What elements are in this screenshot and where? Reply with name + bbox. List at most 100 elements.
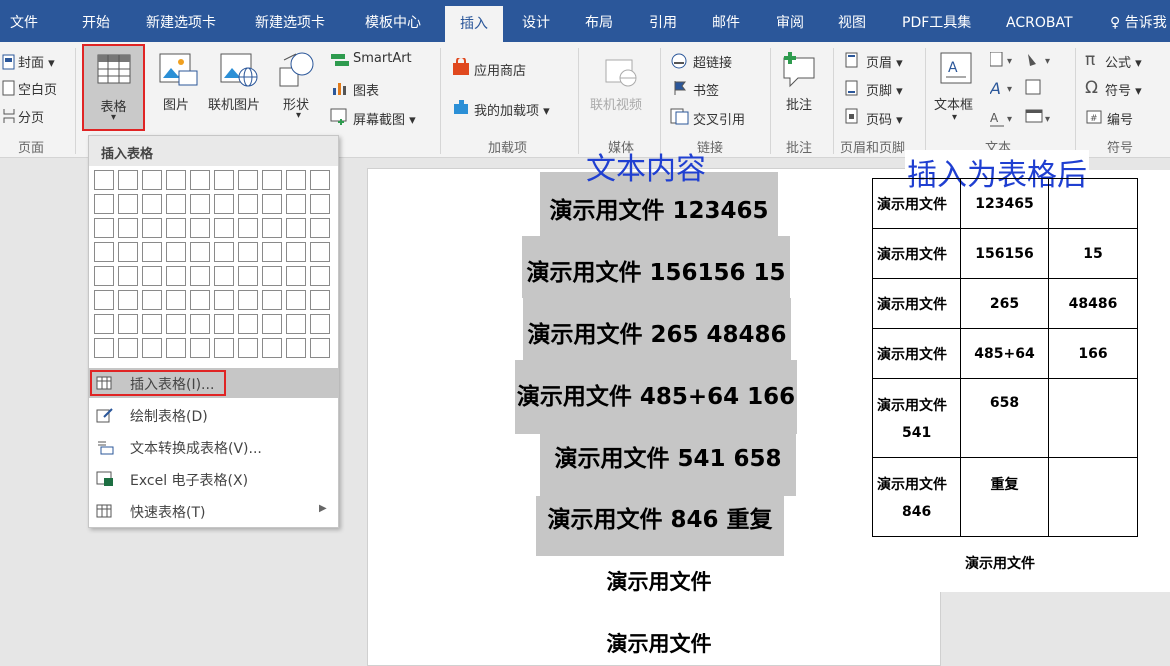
grid-cell[interactable] xyxy=(118,170,138,190)
grid-cell[interactable] xyxy=(214,218,234,238)
cross-reference-button[interactable]: 交叉引用 xyxy=(693,109,745,128)
grid-cell[interactable] xyxy=(310,266,330,286)
menu-item-excel-sheet[interactable]: Excel 电子表格(X) xyxy=(89,464,338,494)
grid-cell[interactable] xyxy=(94,266,114,286)
grid-cell[interactable] xyxy=(238,194,258,214)
grid-cell[interactable] xyxy=(118,314,138,334)
grid-cell[interactable] xyxy=(190,266,210,286)
grid-cell[interactable] xyxy=(118,338,138,358)
chart-button[interactable]: 图表 xyxy=(353,80,379,99)
cover-page-button[interactable]: 封面 ▾ xyxy=(18,52,55,71)
grid-cell[interactable] xyxy=(262,242,282,262)
grid-cell[interactable] xyxy=(118,290,138,310)
grid-cell[interactable] xyxy=(166,194,186,214)
symbol-button[interactable]: 符号 ▾ xyxy=(1105,80,1142,99)
page-break-button[interactable]: 分页 xyxy=(18,107,44,126)
grid-cell[interactable] xyxy=(142,194,162,214)
grid-cell[interactable] xyxy=(262,218,282,238)
screenshot-button[interactable]: 屏幕截图 ▾ xyxy=(353,109,416,128)
grid-cell[interactable] xyxy=(238,170,258,190)
grid-cell[interactable] xyxy=(238,266,258,286)
grid-cell[interactable] xyxy=(166,290,186,310)
grid-cell[interactable] xyxy=(118,194,138,214)
grid-cell[interactable] xyxy=(166,314,186,334)
grid-cell[interactable] xyxy=(214,290,234,310)
tab-review[interactable]: 审阅 xyxy=(776,0,804,42)
comment-button[interactable]: 批注 xyxy=(786,94,812,113)
grid-cell[interactable] xyxy=(214,266,234,286)
header-button[interactable]: 页眉 ▾ xyxy=(866,52,903,71)
tab-pdf-tools[interactable]: PDF工具集 xyxy=(902,0,971,42)
tab-new-1[interactable]: 新建选项卡 xyxy=(146,0,216,42)
grid-cell[interactable] xyxy=(190,218,210,238)
table-button[interactable]: 表格 ▾ xyxy=(82,44,145,131)
picture-button[interactable]: 图片 xyxy=(163,94,189,113)
grid-cell[interactable] xyxy=(142,290,162,310)
grid-cell[interactable] xyxy=(142,266,162,286)
grid-cell[interactable] xyxy=(262,338,282,358)
tab-new-2[interactable]: 新建选项卡 xyxy=(255,0,325,42)
tab-home[interactable]: 开始 xyxy=(82,0,110,42)
footer-button[interactable]: 页脚 ▾ xyxy=(866,80,903,99)
grid-cell[interactable] xyxy=(142,218,162,238)
menu-item-text-to-table[interactable]: 文本转换成表格(V)... xyxy=(89,432,338,462)
grid-cell[interactable] xyxy=(238,314,258,334)
menu-item-draw-table[interactable]: 绘制表格(D) xyxy=(89,400,338,430)
grid-cell[interactable] xyxy=(238,290,258,310)
grid-cell[interactable] xyxy=(286,266,306,286)
grid-cell[interactable] xyxy=(190,242,210,262)
tab-mailings[interactable]: 邮件 xyxy=(712,0,740,42)
grid-cell[interactable] xyxy=(286,218,306,238)
my-addins-button[interactable]: 我的加载项 ▾ xyxy=(474,100,550,119)
grid-cell[interactable] xyxy=(190,194,210,214)
grid-cell[interactable] xyxy=(166,242,186,262)
table-size-grid[interactable] xyxy=(94,170,334,364)
grid-cell[interactable] xyxy=(238,218,258,238)
numbering-button[interactable]: 编号 xyxy=(1107,109,1133,128)
grid-cell[interactable] xyxy=(286,338,306,358)
grid-cell[interactable] xyxy=(286,314,306,334)
tab-tell-me[interactable]: ♀ 告诉我 xyxy=(1110,0,1167,42)
grid-cell[interactable] xyxy=(262,314,282,334)
grid-cell[interactable] xyxy=(310,314,330,334)
menu-item-quick-tables[interactable]: 快速表格(T) ▶ xyxy=(89,496,338,526)
grid-cell[interactable] xyxy=(166,338,186,358)
grid-cell[interactable] xyxy=(118,242,138,262)
online-picture-button[interactable]: 联机图片 xyxy=(208,94,260,113)
tab-layout[interactable]: 布局 xyxy=(585,0,613,42)
grid-cell[interactable] xyxy=(94,290,114,310)
blank-page-button[interactable]: 空白页 xyxy=(18,79,57,98)
hyperlink-button[interactable]: 超链接 xyxy=(693,52,732,71)
grid-cell[interactable] xyxy=(214,242,234,262)
grid-cell[interactable] xyxy=(190,314,210,334)
grid-cell[interactable] xyxy=(142,314,162,334)
grid-cell[interactable] xyxy=(190,290,210,310)
store-button[interactable]: 应用商店 xyxy=(474,60,526,79)
grid-cell[interactable] xyxy=(94,314,114,334)
tab-view[interactable]: 视图 xyxy=(838,0,866,42)
tab-file[interactable]: 文件 xyxy=(10,0,38,42)
grid-cell[interactable] xyxy=(142,170,162,190)
grid-cell[interactable] xyxy=(310,170,330,190)
grid-cell[interactable] xyxy=(262,266,282,286)
grid-cell[interactable] xyxy=(310,194,330,214)
tab-template-center[interactable]: 模板中心 xyxy=(365,0,421,42)
grid-cell[interactable] xyxy=(262,170,282,190)
grid-cell[interactable] xyxy=(310,338,330,358)
grid-cell[interactable] xyxy=(286,242,306,262)
grid-cell[interactable] xyxy=(214,338,234,358)
grid-cell[interactable] xyxy=(142,242,162,262)
grid-cell[interactable] xyxy=(310,218,330,238)
bookmark-button[interactable]: 书签 xyxy=(693,80,719,99)
textbox-button[interactable]: 文本框 xyxy=(934,94,973,113)
tab-references[interactable]: 引用 xyxy=(649,0,677,42)
grid-cell[interactable] xyxy=(94,242,114,262)
grid-cell[interactable] xyxy=(286,170,306,190)
result-table[interactable]: 演示用文件 123465 演示用文件 156156 15 演示用文件 265 4… xyxy=(872,178,1138,537)
grid-cell[interactable] xyxy=(214,314,234,334)
grid-cell[interactable] xyxy=(310,290,330,310)
grid-cell[interactable] xyxy=(190,170,210,190)
tab-design[interactable]: 设计 xyxy=(522,0,550,42)
grid-cell[interactable] xyxy=(238,242,258,262)
grid-cell[interactable] xyxy=(286,194,306,214)
